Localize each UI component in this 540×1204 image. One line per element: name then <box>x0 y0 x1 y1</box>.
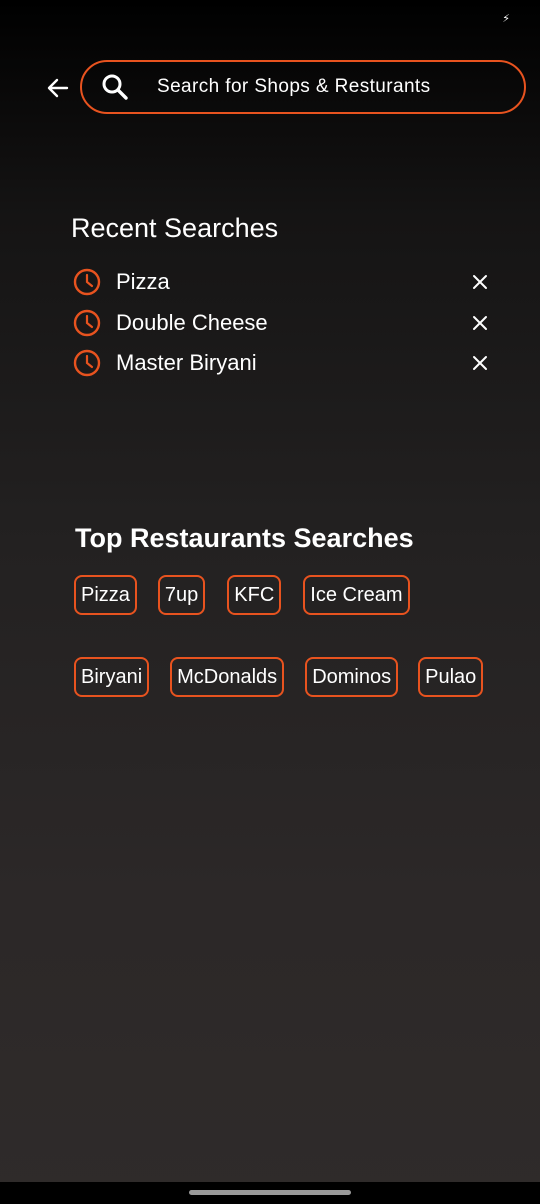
recent-search-item[interactable]: Pizza <box>72 262 492 303</box>
status-bar: ⚡ <box>0 0 540 38</box>
clock-icon <box>72 267 102 297</box>
navigation-bar <box>0 1182 540 1204</box>
remove-recent-button[interactable] <box>468 351 492 375</box>
recent-search-label: Master Biryani <box>116 350 257 376</box>
clock-icon <box>72 308 102 338</box>
chip-7up[interactable]: 7up <box>157 575 206 615</box>
arrow-left-icon <box>47 78 69 98</box>
recent-search-label: Double Cheese <box>116 309 268 335</box>
bolt-icon: ⚡ <box>502 13 510 25</box>
close-icon <box>473 275 487 290</box>
back-button[interactable] <box>44 74 72 102</box>
chip-mcdonalds[interactable]: McDonalds <box>170 657 285 697</box>
recent-search-item[interactable]: Double Cheese <box>72 303 492 344</box>
recent-searches-title: Recent Searches <box>71 213 279 243</box>
chip-ice-cream[interactable]: Ice Cream <box>303 575 410 615</box>
recent-search-item[interactable]: Master Biryani <box>72 343 492 384</box>
chip-dominos[interactable]: Dominos <box>305 657 399 697</box>
chip-biryani[interactable]: Biryani <box>74 657 150 697</box>
search-input[interactable] <box>155 75 524 99</box>
top-searches-title: Top Restaurants Searches <box>75 523 414 553</box>
remove-recent-button[interactable] <box>468 270 492 294</box>
top-searches-row-2: Biryani McDonalds Dominos Pulao <box>74 657 484 697</box>
search-icon <box>100 72 130 102</box>
clock-icon <box>72 348 102 378</box>
chip-kfc[interactable]: KFC <box>227 575 282 615</box>
top-searches-row-1: Pizza 7up KFC Ice Cream <box>74 575 410 615</box>
close-icon <box>473 356 487 371</box>
recent-searches-list: Pizza Double Cheese Master Biryani <box>72 262 492 384</box>
remove-recent-button[interactable] <box>468 311 492 335</box>
close-icon <box>473 315 487 330</box>
recent-search-label: Pizza <box>116 269 170 295</box>
search-bar[interactable] <box>80 60 526 114</box>
chip-pulao[interactable]: Pulao <box>418 657 484 697</box>
chip-pizza[interactable]: Pizza <box>74 575 137 615</box>
home-gesture-handle[interactable] <box>189 1190 351 1195</box>
